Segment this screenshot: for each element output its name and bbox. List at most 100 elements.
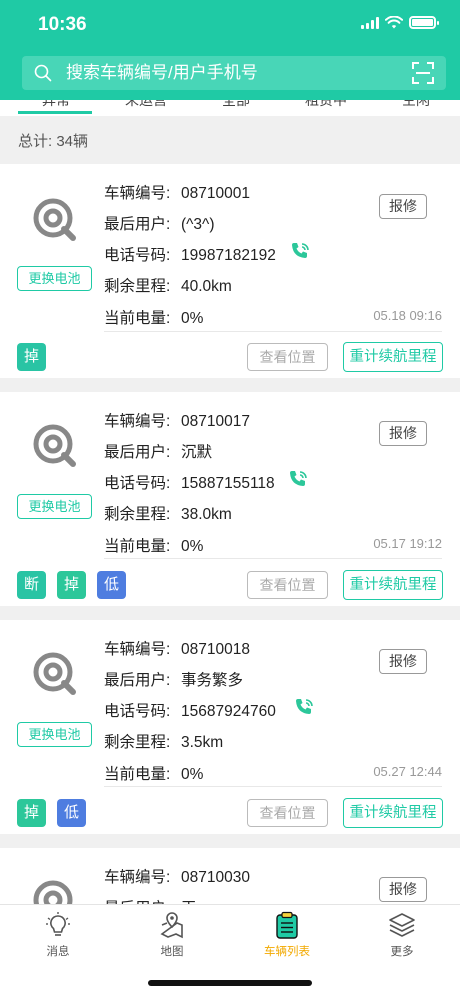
vehicle-search-icon — [33, 652, 76, 695]
nav-label: 地图 — [160, 946, 184, 958]
replace-battery-button[interactable]: 更换电池 — [17, 494, 92, 519]
signal-icon — [361, 16, 379, 29]
tag-low: 低 — [57, 799, 86, 827]
report-repair-button[interactable]: 报修 — [379, 877, 427, 902]
view-location-button[interactable]: 查看位置 — [247, 799, 328, 827]
battery-row: 当前电量: 0% — [104, 538, 204, 555]
recalc-range-button[interactable]: 重计续航里程 — [343, 342, 443, 372]
mileage: 40.0km — [181, 278, 232, 295]
vehicle-total: 总计: 34辆 — [18, 133, 89, 150]
phone-row: 电话号码: 15687924760 — [104, 703, 276, 720]
bulb-icon — [46, 912, 70, 936]
vehicle-no-row: 车辆编号: 08710018 — [104, 641, 250, 658]
report-repair-button[interactable]: 报修 — [379, 649, 427, 674]
tag-dropped: 掉 — [17, 799, 46, 827]
map-icon — [160, 912, 183, 939]
tab-abnormal[interactable]: 异常 — [10, 100, 102, 110]
nav-more[interactable]: 更多 — [357, 911, 447, 959]
search-input[interactable] — [66, 56, 386, 90]
tab-all[interactable]: 全部 — [190, 100, 282, 110]
vehicle-search-icon — [33, 424, 76, 467]
phone-number: 15687924760 — [181, 703, 276, 720]
clipboard-icon — [276, 911, 298, 939]
view-location-button[interactable]: 查看位置 — [247, 343, 328, 371]
vehicle-no-row: 车辆编号: 08710017 — [104, 413, 250, 430]
battery-level: 0% — [181, 538, 204, 555]
nav-label: 更多 — [390, 946, 414, 958]
last-user: (^3^) — [181, 216, 215, 233]
last-user-row: 最后用户:王 — [104, 896, 197, 904]
last-user-row: 最后用户: (^3^) — [104, 216, 215, 233]
vehicle-no: 08710030 — [181, 869, 250, 886]
vehicle-no-row: 车辆编号: 08710001 — [104, 185, 250, 202]
scan-icon[interactable] — [412, 62, 434, 84]
search-icon — [34, 64, 52, 82]
status-time: 10:36 — [38, 14, 87, 35]
last-update-time: 05.18 09:16 — [373, 308, 442, 323]
tab-not-operating[interactable]: 未运营 — [100, 100, 192, 110]
recalc-range-button[interactable]: 重计续航里程 — [343, 570, 443, 600]
battery-level: 0% — [181, 310, 204, 327]
card-divider — [104, 558, 442, 559]
mileage-row: 剩余里程: 3.5km — [104, 734, 224, 751]
report-repair-button[interactable]: 报修 — [379, 421, 427, 446]
tag-low: 低 — [97, 571, 126, 599]
last-user: 沉默 — [181, 444, 213, 461]
replace-battery-button[interactable]: 更换电池 — [17, 722, 92, 747]
vehicle-search-icon — [33, 198, 76, 241]
report-repair-button[interactable]: 报修 — [379, 194, 427, 219]
vehicle-no-row: 车辆编号: 08710030 — [104, 869, 250, 886]
tag-dropped: 掉 — [57, 571, 86, 599]
mileage-row: 剩余里程: 38.0km — [104, 506, 232, 523]
phone-call-icon[interactable] — [289, 241, 311, 263]
phone-number: 15887155118 — [181, 475, 275, 492]
view-location-button[interactable]: 查看位置 — [247, 571, 328, 599]
mileage-row: 剩余里程: 40.0km — [104, 278, 232, 295]
app-header: 10:36 — [0, 0, 460, 112]
vehicle-no: 08710018 — [181, 641, 250, 658]
layers-icon — [389, 913, 415, 937]
battery-level: 0% — [181, 766, 204, 783]
wifi-icon — [385, 16, 403, 29]
last-update-time: 05.17 19:12 — [373, 536, 442, 551]
tag-disconnected: 断 — [17, 571, 46, 599]
nav-vehicle-list[interactable]: 车辆列表 — [242, 911, 332, 959]
vehicle-no: 08710017 — [181, 413, 250, 430]
last-user-row: 最后用户: 事务繁多 — [104, 672, 244, 689]
battery-icon — [409, 16, 439, 29]
phone-call-icon[interactable] — [293, 697, 315, 719]
tab-idle[interactable]: 空闲 — [370, 100, 460, 110]
phone-call-icon[interactable] — [287, 469, 309, 491]
vehicle-card[interactable]: 车辆编号:08710030 最后用户:王 报修 — [0, 848, 460, 904]
vehicle-search-icon — [33, 880, 73, 904]
replace-battery-button[interactable]: 更换电池 — [17, 266, 92, 291]
battery-row: 当前电量: 0% — [104, 766, 204, 783]
nav-label: 车辆列表 — [264, 946, 310, 958]
nav-messages[interactable]: 消息 — [13, 911, 103, 959]
vehicle-no: 08710001 — [181, 185, 250, 202]
card-divider — [104, 331, 442, 332]
card-divider — [104, 786, 442, 787]
status-bar: 10:36 — [0, 0, 460, 50]
vehicle-card[interactable]: 更换电池 车辆编号: 08710018 最后用户: 事务繁多 电话号码: 156879… — [0, 620, 460, 834]
last-user: 事务繁多 — [181, 672, 244, 689]
last-update-time: 05.27 12:44 — [373, 764, 442, 779]
phone-number: 19987182192 — [181, 247, 276, 264]
search-bar[interactable] — [22, 56, 446, 90]
status-icons — [361, 16, 439, 29]
mileage: 3.5km — [181, 734, 224, 751]
vehicle-card[interactable]: 更换电池 车辆编号: 08710001 最后用户: (^3^) 电话号码: 19987… — [0, 164, 460, 378]
tab-renting[interactable]: 租赁中 — [280, 100, 372, 110]
home-indicator — [148, 980, 312, 986]
nav-map[interactable]: 地图 — [127, 911, 217, 959]
tab-underline — [18, 111, 92, 114]
phone-row: 电话号码: 19987182192 — [104, 247, 276, 264]
phone-row: 电话号码: 15887155118 — [104, 475, 275, 492]
recalc-range-button[interactable]: 重计续航里程 — [343, 798, 443, 828]
tag-dropped: 掉 — [17, 343, 46, 371]
last-user-row: 最后用户: 沉默 — [104, 444, 213, 461]
battery-row: 当前电量: 0% — [104, 310, 204, 327]
vehicle-card[interactable]: 更换电池 车辆编号: 08710017 最后用户: 沉默 电话号码: 15887155… — [0, 392, 460, 606]
mileage: 38.0km — [181, 506, 232, 523]
nav-label: 消息 — [46, 946, 70, 958]
